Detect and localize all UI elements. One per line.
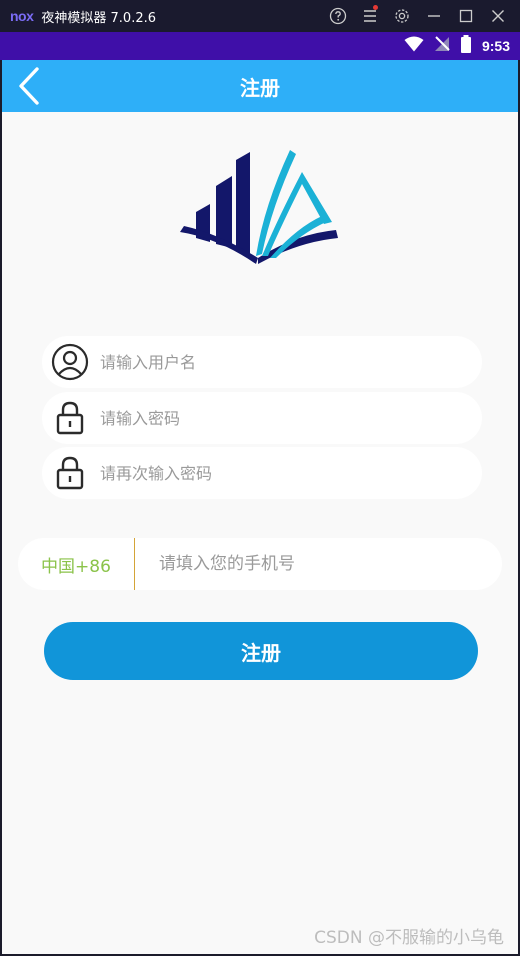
menu-icon[interactable] [354, 0, 386, 32]
battery-icon [460, 35, 472, 57]
username-field[interactable] [42, 336, 482, 388]
register-button[interactable]: 注册 [44, 622, 478, 680]
maximize-icon[interactable] [450, 0, 482, 32]
app-header: 注册 [2, 60, 518, 112]
android-status-bar: 9:53 [0, 32, 520, 60]
emulator-window-controls [322, 0, 514, 32]
register-content: 中国+86 注册 CSDN @不服输的小乌龟 [2, 112, 518, 954]
minimize-icon[interactable] [418, 0, 450, 32]
back-button[interactable] [14, 67, 44, 105]
page-title: 注册 [240, 75, 280, 100]
emulator-title: 夜神模拟器 7.0.2.6 [41, 10, 157, 26]
divider [134, 538, 135, 590]
watermark-text: CSDN @不服输的小乌龟 [314, 928, 504, 948]
close-icon[interactable] [482, 0, 514, 32]
password-field[interactable] [42, 392, 482, 444]
back-arrow-icon [19, 67, 39, 105]
lock-icon [50, 453, 90, 493]
notification-dot [373, 5, 378, 10]
emulator-logo: nox [10, 8, 34, 24]
wifi-icon [404, 36, 424, 56]
user-avatar-icon [50, 342, 90, 382]
lock-icon [50, 398, 90, 438]
confirm-password-input[interactable] [100, 463, 460, 483]
no-signal-icon [434, 36, 450, 56]
password-input[interactable] [100, 408, 460, 428]
settings-gear-icon[interactable] [386, 0, 418, 32]
country-code-selector[interactable]: 中国+86 [18, 552, 134, 577]
status-clock: 9:53 [481, 38, 510, 54]
username-input[interactable] [100, 352, 460, 372]
phone-input[interactable] [159, 554, 459, 574]
phone-field: 中国+86 [18, 538, 502, 590]
confirm-password-field[interactable] [42, 447, 482, 499]
emulator-titlebar: nox 夜神模拟器 7.0.2.6 [0, 0, 520, 32]
book-logo-icon [180, 150, 338, 264]
help-icon[interactable] [322, 0, 354, 32]
